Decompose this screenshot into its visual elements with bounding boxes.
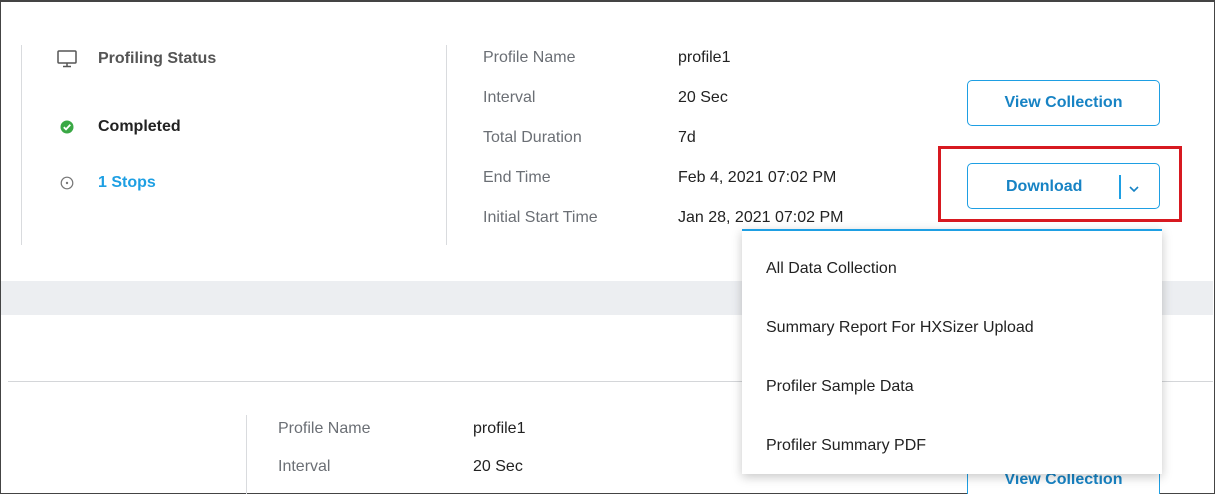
initial-start-time-value: Jan 28, 2021 07:02 PM	[678, 209, 844, 226]
monitor-icon	[56, 50, 78, 68]
profile2-name-label: Profile Name	[278, 420, 371, 437]
end-time-label: End Time	[483, 169, 551, 186]
check-circle-icon	[56, 120, 78, 134]
menu-item-summary-report[interactable]: Summary Report For HXSizer Upload	[766, 319, 1034, 337]
profiling-status-title: Profiling Status	[98, 50, 217, 67]
card-column-divider	[446, 45, 447, 245]
view-collection-button[interactable]: View Collection	[967, 80, 1160, 126]
total-duration-value: 7d	[678, 129, 696, 146]
status-completed: Completed	[56, 118, 181, 136]
download-dropdown-menu: All Data Collection Summary Report For H…	[742, 229, 1162, 474]
menu-item-profiler-sample-data[interactable]: Profiler Sample Data	[766, 378, 914, 396]
menu-item-profiler-summary-pdf[interactable]: Profiler Summary PDF	[766, 437, 926, 455]
end-time-value: Feb 4, 2021 07:02 PM	[678, 169, 837, 186]
profile2-interval-value: 20 Sec	[473, 458, 523, 475]
clock-icon	[56, 176, 78, 190]
status-text: Completed	[98, 118, 181, 135]
profile2-interval-label: Interval	[278, 458, 331, 475]
interval-label: Interval	[483, 89, 536, 106]
stops-row: 1 Stops	[56, 174, 156, 192]
menu-item-all-data-collection[interactable]: All Data Collection	[766, 260, 897, 278]
view-collection-label: View Collection	[1004, 94, 1123, 111]
download-highlight-box	[938, 146, 1182, 222]
profiling-status-header: Profiling Status	[56, 50, 216, 68]
initial-start-time-label: Initial Start Time	[483, 209, 598, 226]
total-duration-label: Total Duration	[483, 129, 582, 146]
card-left-divider	[21, 45, 22, 245]
interval-value: 20 Sec	[678, 89, 728, 106]
profile-name-label: Profile Name	[483, 49, 576, 66]
stops-link[interactable]: 1 Stops	[98, 174, 156, 192]
profile2-name-value: profile1	[473, 420, 526, 437]
profile-name-value: profile1	[678, 49, 731, 66]
card2-column-divider	[246, 415, 247, 494]
